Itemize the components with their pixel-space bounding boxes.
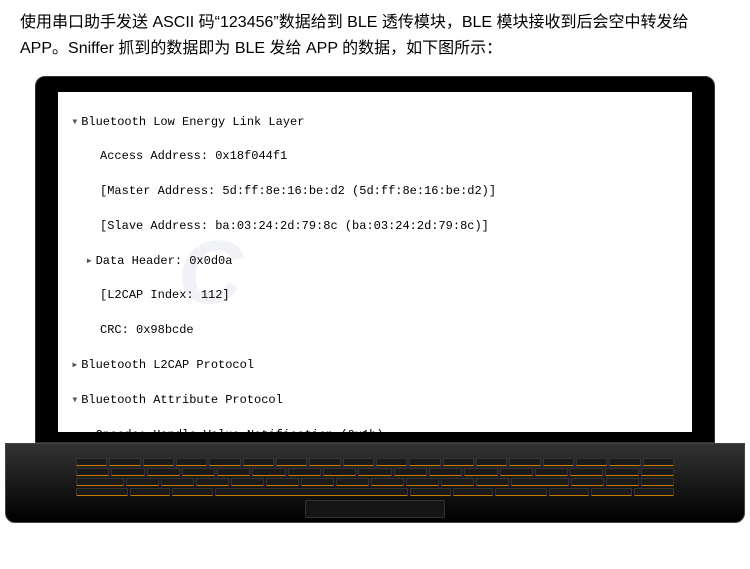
tree-access-address[interactable]: Access Address: 0x18f044f1 [64, 148, 686, 165]
packet-dissection-tree[interactable]: ▾Bluetooth Low Energy Link Layer Access … [58, 92, 692, 432]
tree-l2cap-index[interactable]: [L2CAP Index: 112] [64, 287, 686, 304]
laptop-screen-frame: C ▾Bluetooth Low Energy Link Layer Acces… [35, 76, 715, 443]
collapse-icon[interactable]: ▾ [71, 392, 81, 409]
laptop-base [5, 443, 745, 523]
expand-icon[interactable]: ▸ [71, 357, 81, 374]
tree-ble-layer[interactable]: ▾Bluetooth Low Energy Link Layer [64, 114, 686, 131]
keyboard-illustration [76, 458, 674, 496]
tree-master-address[interactable]: [Master Address: 5d:ff:8e:16:be:d2 (5d:f… [64, 183, 686, 200]
tree-opcode[interactable]: ▸Opcode: Handle Value Notification (0x1b… [64, 427, 686, 433]
tree-l2cap-protocol[interactable]: ▸Bluetooth L2CAP Protocol [64, 357, 686, 374]
expand-icon[interactable]: ▸ [86, 253, 96, 270]
laptop-illustration: C ▾Bluetooth Low Energy Link Layer Acces… [35, 76, 715, 523]
sniffer-screen: C ▾Bluetooth Low Energy Link Layer Acces… [58, 92, 692, 432]
tree-crc[interactable]: CRC: 0x98bcde [64, 322, 686, 339]
touchpad-illustration [305, 500, 445, 518]
tree-attr-protocol[interactable]: ▾Bluetooth Attribute Protocol [64, 392, 686, 409]
intro-text: 使用串口助手发送 ASCII 码“123456”数据给到 BLE 透传模块，BL… [0, 0, 750, 66]
expand-icon[interactable]: ▸ [86, 427, 96, 433]
tree-data-header[interactable]: ▸Data Header: 0x0d0a [64, 253, 686, 270]
collapse-icon[interactable]: ▾ [71, 114, 81, 131]
tree-slave-address[interactable]: [Slave Address: ba:03:24:2d:79:8c (ba:03… [64, 218, 686, 235]
